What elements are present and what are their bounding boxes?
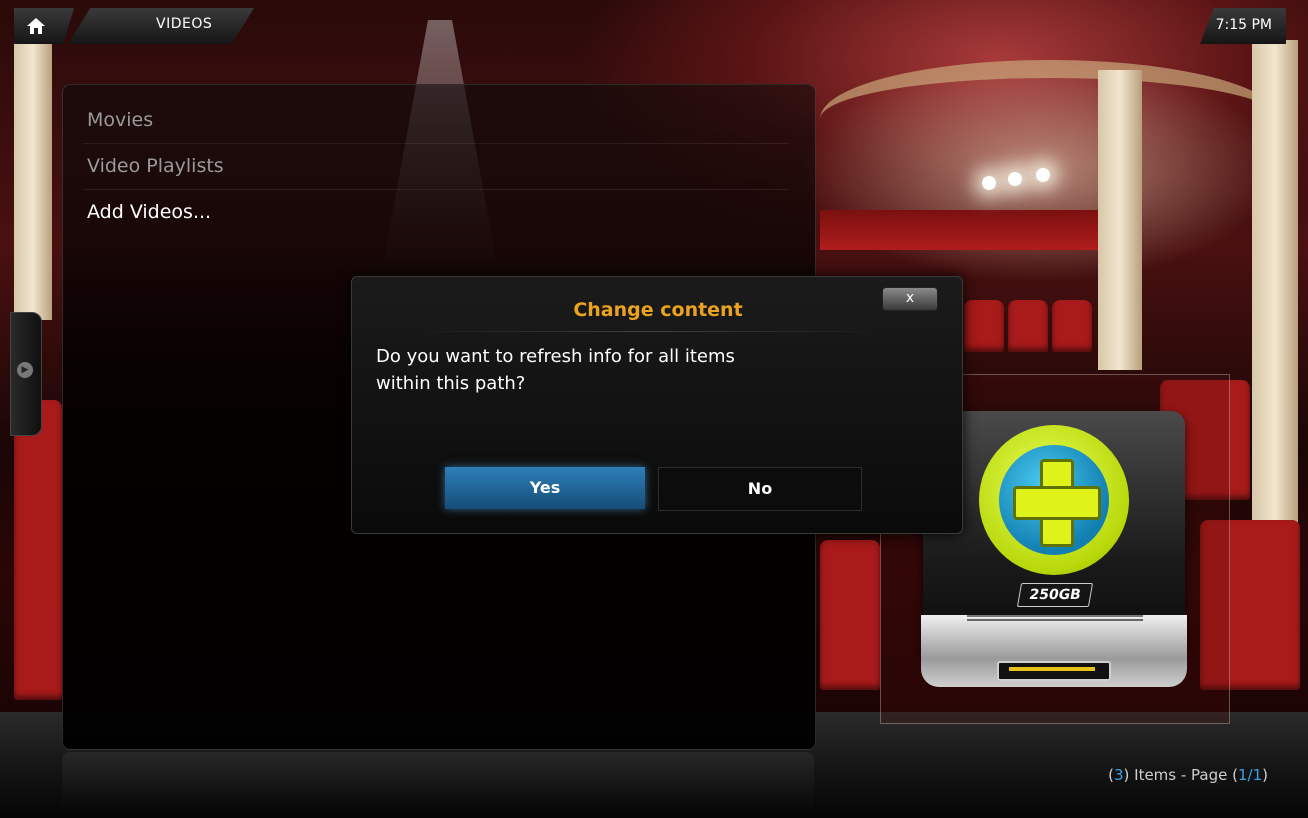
dialog-title: Change content xyxy=(573,299,743,321)
chevron-right-icon: ▶ xyxy=(17,362,33,378)
home-icon xyxy=(27,18,45,34)
drive-capacity-label: 250GB xyxy=(1016,583,1094,607)
plus-icon-horizontal xyxy=(1013,486,1101,520)
list-divider xyxy=(83,143,789,144)
ceiling-arch xyxy=(820,60,1280,178)
item-count-footer: (3) Items - Page (1/1) xyxy=(1108,766,1268,784)
change-content-dialog: Change content x Do you want to refresh … xyxy=(351,276,963,534)
panel-reflection xyxy=(62,752,814,812)
ceiling-light xyxy=(1036,168,1050,182)
footer-items-text: ) Items - Page ( xyxy=(1123,766,1238,784)
top-bar: VIDEOS 7:15 PM xyxy=(14,8,1300,44)
page-indicator: 1/1 xyxy=(1238,766,1263,784)
pillar xyxy=(1252,40,1298,600)
theater-seat xyxy=(1008,300,1048,352)
list-divider xyxy=(83,189,789,190)
pillar xyxy=(14,40,52,320)
close-button[interactable]: x xyxy=(882,287,938,311)
dialog-message: Do you want to refresh info for all item… xyxy=(376,346,735,394)
drive-fine-print xyxy=(967,615,1143,617)
list-item-movies[interactable]: Movies xyxy=(87,109,153,131)
yes-button[interactable]: Yes xyxy=(445,467,645,509)
item-count: 3 xyxy=(1113,766,1124,784)
theater-seat xyxy=(820,540,880,690)
close-icon: x xyxy=(905,290,915,306)
drive-slot xyxy=(997,661,1111,681)
section-title: VIDEOS xyxy=(156,16,213,32)
home-button[interactable] xyxy=(14,8,74,44)
pillar xyxy=(1098,70,1142,370)
drive-slot-light xyxy=(1009,667,1095,671)
clock: 7:15 PM xyxy=(1215,17,1272,33)
ceiling-light xyxy=(982,176,996,190)
footer-paren-close: ) xyxy=(1262,766,1268,784)
balcony-wall xyxy=(820,210,1120,250)
theater-seat xyxy=(964,300,1004,352)
ceiling-light xyxy=(1008,172,1022,186)
theater-seat xyxy=(14,400,62,700)
no-button[interactable]: No xyxy=(658,467,862,511)
dialog-title-divider xyxy=(408,331,888,332)
theater-seat xyxy=(1052,300,1092,352)
list-item-add-videos[interactable]: Add Videos... xyxy=(87,201,211,223)
list-item-video-playlists[interactable]: Video Playlists xyxy=(87,155,224,177)
